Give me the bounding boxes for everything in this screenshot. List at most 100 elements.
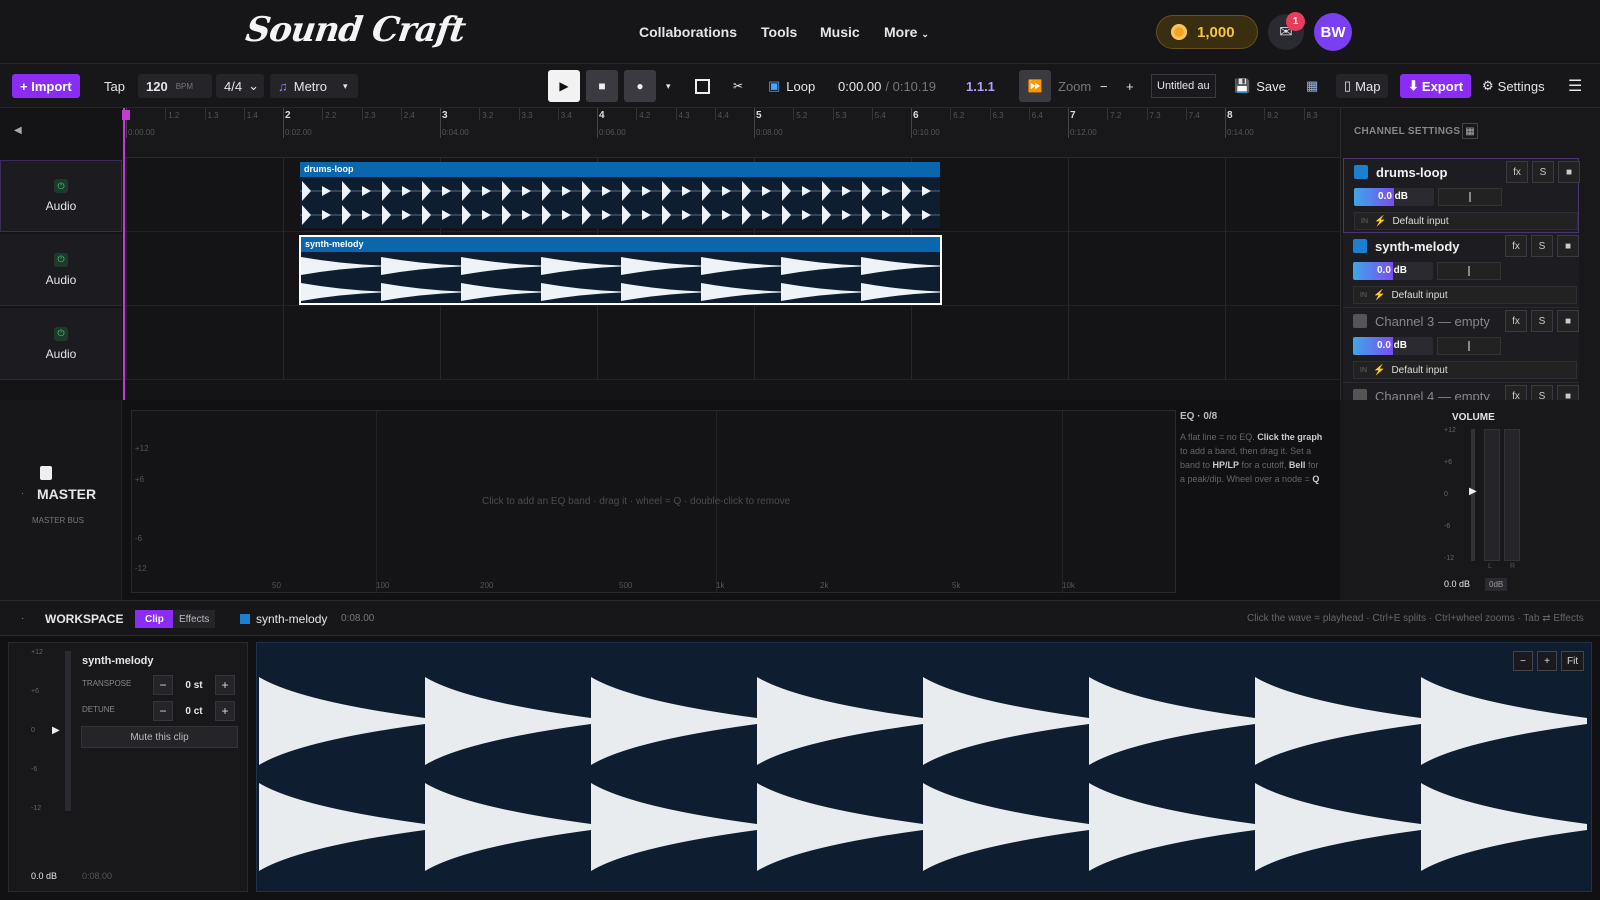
nav-collaborations[interactable]: Collaborations — [639, 24, 737, 40]
track-lane-3[interactable] — [123, 306, 1340, 380]
tab-clip[interactable]: Clip — [135, 610, 174, 628]
track-header-2[interactable]: ⏻ Audio — [0, 234, 122, 306]
channel-volume-slider[interactable]: 0.0 dB — [1353, 262, 1433, 280]
follow-playhead-button[interactable]: ⏩ — [1019, 70, 1051, 102]
play-button[interactable]: ▶ — [548, 70, 580, 102]
bar-grid-line — [597, 306, 598, 380]
grid-icon[interactable]: ▦ — [1462, 123, 1478, 139]
channel-pan-slider[interactable] — [1438, 188, 1502, 206]
drum-hit — [582, 181, 591, 201]
bpm-field[interactable]: 120 BPM — [138, 74, 212, 98]
clip-synth-melody[interactable]: synth-melody — [299, 235, 942, 305]
save-button[interactable]: 💾 Save — [1234, 74, 1286, 98]
track-header-3[interactable]: ⏻ Audio — [0, 308, 122, 380]
zoom-in-button[interactable]: + — [1126, 74, 1134, 98]
record-options[interactable]: ▾ — [666, 74, 671, 98]
wave-zoom-in-button[interactable]: + — [1537, 651, 1557, 671]
power-icon[interactable]: ⏻ — [54, 252, 68, 267]
channel-volume-slider[interactable]: 0.0 dB — [1353, 337, 1433, 355]
track-header-1[interactable]: ⏻ Audio — [0, 160, 122, 232]
calendar-button[interactable]: ▦ — [1306, 74, 1318, 98]
volume-panel: VOLUME +12 +6 0 -6 -12 ▶ L R 0.0 dB 0dB — [1340, 400, 1600, 600]
wave-zoom-out-button[interactable]: − — [1513, 651, 1533, 671]
channel-input-select[interactable]: IN ⚡ Default input — [1354, 212, 1578, 230]
volume-fader-handle[interactable]: ▶ — [1469, 486, 1477, 497]
eq-graph[interactable]: +12 +6 -6 -12 50 100 200 500 1k 2k 5k 10k Click to … — [131, 410, 1177, 593]
meter-select[interactable]: 4/4 ⌄ — [216, 74, 264, 98]
nav-tools[interactable]: Tools — [761, 24, 797, 40]
fx-button[interactable]: fx — [1505, 235, 1527, 257]
loop-toggle[interactable]: ▣ Loop — [768, 74, 815, 98]
fx-button[interactable]: fx — [1505, 310, 1527, 332]
fx-button[interactable]: fx — [1506, 161, 1528, 183]
import-button[interactable]: + Import — [12, 74, 80, 98]
stop-button[interactable]: ■ — [586, 70, 618, 102]
drum-hit — [842, 186, 851, 196]
solo-button[interactable]: S — [1531, 235, 1553, 257]
coin-balance[interactable]: 1,000 — [1156, 15, 1258, 49]
mute-button[interactable]: ■ — [1557, 310, 1579, 332]
nav-music[interactable]: Music — [820, 24, 860, 40]
clip-drums-loop[interactable]: drums-loop — [300, 162, 940, 228]
power-icon[interactable]: ⏻ — [54, 179, 68, 193]
mute-button[interactable]: ■ — [1557, 235, 1579, 257]
channel-input-select[interactable]: IN ⚡ Default input — [1353, 286, 1577, 304]
playhead[interactable] — [123, 108, 125, 400]
nav-more[interactable]: More ⌄ — [884, 24, 929, 40]
synth-note — [1421, 783, 1587, 871]
detune-plus-button[interactable]: + — [215, 701, 235, 721]
project-name-input[interactable]: Untitled au — [1151, 74, 1216, 98]
channel-pan-slider[interactable] — [1437, 337, 1501, 355]
solo-button[interactable]: S — [1531, 310, 1553, 332]
drum-hit — [562, 210, 571, 220]
metronome-toggle[interactable]: ♫ Metro ▾ — [270, 74, 358, 98]
collapse-icon[interactable]: · — [21, 488, 24, 498]
volume-scale-label: +6 — [1444, 459, 1452, 466]
channel-color-swatch[interactable] — [1353, 314, 1367, 328]
split-tool[interactable]: ✂ — [722, 70, 754, 102]
channel-input-select[interactable]: IN ⚡ Default input — [1353, 361, 1577, 379]
detune-minus-button[interactable]: − — [153, 701, 173, 721]
transpose-plus-button[interactable]: + — [215, 675, 235, 695]
transpose-minus-button[interactable]: − — [153, 675, 173, 695]
record-button[interactable]: ● — [624, 70, 656, 102]
collapse-icon[interactable]: ◀ — [14, 125, 22, 136]
stop-icon: ■ — [598, 79, 606, 93]
wave-fit-button[interactable]: Fit — [1561, 651, 1585, 671]
zoom-out-button[interactable]: − — [1100, 74, 1108, 98]
eq-info-text: HP/LP — [1212, 460, 1240, 470]
calendar-icon: ▦ — [1306, 78, 1319, 93]
channel-color-swatch[interactable] — [1353, 239, 1367, 253]
channel-row-1[interactable]: drums-loop fx S ■ 0.0 dB IN ⚡ Default input — [1343, 158, 1580, 233]
waveform-editor[interactable]: − + Fit — [256, 642, 1592, 892]
channel-row-3[interactable]: Channel 3 — empty fx S ■ 0.0 dB IN ⚡ Default in… — [1343, 308, 1579, 383]
tap-tempo-button[interactable]: Tap — [104, 74, 125, 98]
collapse-icon[interactable]: · — [21, 613, 24, 624]
timeline-ruler[interactable]: 0:00.00 1.2 1.3 1.4 2 0:02.00 2.2 2.3 2.4 3 0:04.0… — [123, 108, 1340, 158]
clip-gain-track[interactable] — [65, 651, 71, 811]
volume-scale-label: 0 — [1444, 491, 1448, 498]
channel-pan-slider[interactable] — [1437, 262, 1501, 280]
solo-button[interactable]: S — [1532, 161, 1554, 183]
channel-color-swatch[interactable] — [1354, 165, 1368, 179]
reset-0db-button[interactable]: 0dB — [1485, 578, 1508, 591]
channel-row-2[interactable]: synth-melody fx S ■ 0.0 dB IN ⚡ Default input — [1343, 233, 1579, 308]
map-button[interactable]: ▯ Map — [1336, 74, 1389, 98]
export-button[interactable]: ⬇ Export — [1400, 74, 1472, 98]
settings-button[interactable]: ⚙ Settings — [1482, 74, 1545, 98]
tab-effects[interactable]: Effects — [173, 610, 216, 628]
eq-hint: Click to add an EQ band · drag it · whee… — [482, 496, 791, 507]
select-tool[interactable] — [686, 70, 718, 102]
pan-knob — [1468, 266, 1470, 276]
mute-clip-button[interactable]: Mute this clip — [81, 726, 238, 748]
mute-button[interactable]: ■ — [1558, 161, 1580, 183]
app-logo[interactable]: Sound Craft — [243, 10, 467, 50]
playhead-handle[interactable] — [122, 110, 130, 120]
channel-volume-slider[interactable]: 0.0 dB — [1354, 188, 1434, 206]
ruler-tick — [1068, 108, 1069, 138]
avatar[interactable]: BW — [1314, 13, 1352, 51]
clip-gain-handle[interactable]: ▶ — [52, 725, 60, 736]
ruler-tick — [322, 108, 324, 120]
menu-button[interactable]: ☰ — [1568, 74, 1582, 98]
power-icon[interactable]: ⏻ — [54, 326, 68, 341]
